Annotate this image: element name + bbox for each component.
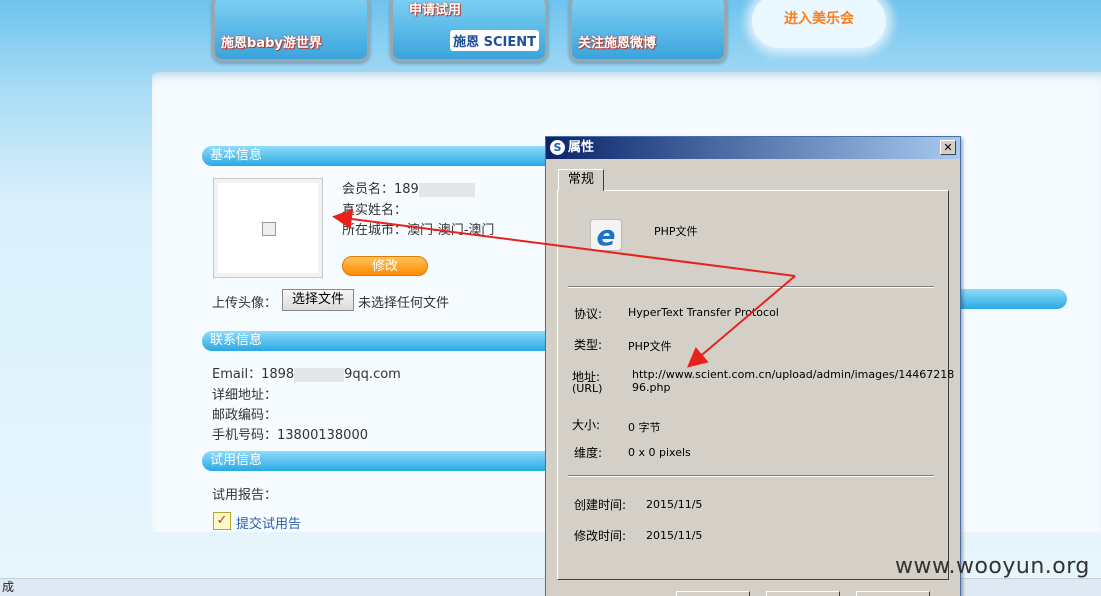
redacted-block (418, 182, 475, 197)
mobile: 手机号码：13800138000 (212, 428, 368, 443)
address-value-line2: 96.php (632, 381, 671, 394)
submit-report-link[interactable]: 提交试用告 (236, 513, 301, 532)
trial-report-label: 试用报告： (212, 488, 278, 503)
member-name-label: 会员名：189 (342, 182, 419, 197)
email-prefix: Email：1898 (212, 367, 295, 382)
modified-value: 2015/11/5 (646, 529, 703, 542)
file-type-title: PHP文件 (654, 225, 698, 238)
created-label: 创建时间: (574, 498, 627, 512)
avatar (213, 178, 323, 278)
size-label: 大小: (572, 418, 601, 432)
real-name: 真实姓名： (342, 203, 408, 218)
postcode: 邮政编码： (212, 408, 278, 423)
separator (568, 475, 934, 477)
dialog-titlebar[interactable]: S 属性 (546, 137, 960, 159)
section-bar-right-fragment (950, 289, 1067, 309)
watermark: www.wooyun.org (895, 554, 1090, 579)
dialog-title: 属性 (568, 140, 595, 155)
ie-file-icon: e (590, 219, 622, 252)
upload-avatar-label: 上传头像： (212, 296, 278, 311)
tab-general[interactable]: 常规 (558, 169, 604, 191)
close-icon[interactable]: ✕ (940, 140, 956, 155)
ok-button[interactable] (676, 591, 750, 596)
status-text: 成 (2, 580, 15, 594)
created-value: 2015/11/5 (646, 498, 703, 511)
member-name: 会员名：189 (342, 178, 475, 197)
banner-tile-baby-world[interactable]: 施恩baby游世界 (212, 0, 370, 62)
section-title: 联系信息 (210, 333, 263, 348)
apply-button[interactable] (856, 591, 930, 596)
city: 所在城市：澳门-澳门-澳门 (342, 223, 495, 238)
type-label: 类型: (574, 338, 603, 352)
email: Email：1898 9qq.com (212, 363, 401, 382)
dimension-value: 0 x 0 pixels (628, 446, 691, 459)
checkmark-icon: ✓ (213, 512, 231, 530)
banner-tile-label: 施恩baby游世界 (221, 36, 322, 51)
banner-tile-trial[interactable]: 申请试用 施恩 SCIENT (390, 0, 548, 62)
cancel-button[interactable] (766, 591, 840, 596)
separator (568, 286, 934, 288)
broken-image-icon (262, 222, 276, 236)
protocol-label: 协议: (574, 307, 603, 321)
modified-label: 修改时间: (574, 529, 627, 543)
section-bar-basic-info: 基本信息 (202, 146, 572, 166)
type-value: PHP文件 (628, 340, 672, 353)
dimension-label: 维度: (574, 446, 603, 460)
banner-tile-label: 关注施恩微博 (578, 36, 657, 51)
protocol-value: HyperText Transfer Protocol (628, 306, 779, 319)
section-bar-trial-info: 试用信息 (202, 451, 572, 471)
banner-tile-label: 申请试用 (409, 3, 462, 18)
address-value-line1: http://www.scient.com.cn/upload/admin/im… (632, 368, 955, 381)
choose-file-button[interactable]: 选择文件 (282, 289, 354, 311)
size-value: 0 字节 (628, 421, 661, 434)
section-title: 试用信息 (210, 453, 263, 468)
banner-tile-weibo[interactable]: 关注施恩微博 (569, 0, 727, 62)
redacted-block (294, 367, 345, 382)
section-title: 基本信息 (210, 148, 263, 163)
edit-button[interactable]: 修改 (342, 256, 428, 276)
address: 详细地址： (212, 388, 278, 403)
brand-logo: 施恩 SCIENT (450, 30, 539, 51)
cloud-label: 进入美乐会 (784, 11, 854, 27)
address-url-label: (URL) (572, 382, 603, 395)
properties-dialog: S 属性 ✕ 常规 e PHP文件 协议: HyperText Transfer… (545, 136, 961, 596)
file-status: 未选择任何文件 (358, 296, 450, 311)
meile-club-link[interactable]: 进入美乐会 (752, 0, 886, 48)
section-bar-contact-info: 联系信息 (202, 331, 572, 351)
email-suffix: 9qq.com (344, 367, 401, 382)
browser-logo-icon: S (550, 140, 565, 155)
